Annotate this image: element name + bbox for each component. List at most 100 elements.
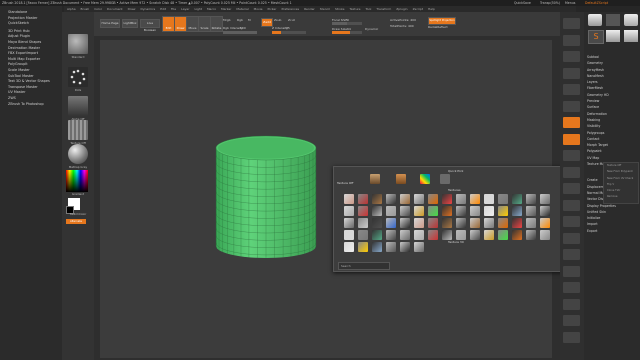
view-control-icon[interactable] xyxy=(563,84,580,95)
menu-edit[interactable]: Edit xyxy=(160,7,166,11)
menu-zplugin[interactable]: Zplugin xyxy=(396,7,407,11)
focal-shift-slider[interactable] xyxy=(332,22,362,25)
texture-thumbnail[interactable] xyxy=(484,218,494,228)
texture-thumbnail[interactable] xyxy=(344,230,354,240)
recent-texture-4[interactable] xyxy=(440,174,450,184)
texture-thumbnail[interactable] xyxy=(456,230,466,240)
texture-thumbnail[interactable] xyxy=(344,206,354,216)
menu-macro[interactable]: Macro xyxy=(207,7,216,11)
tool-thumbnail-1[interactable] xyxy=(588,14,602,26)
texture-thumbnail[interactable] xyxy=(414,206,424,216)
menu-movie[interactable]: Movie xyxy=(254,7,263,11)
texture-thumbnail[interactable] xyxy=(358,230,368,240)
dynamic-toggle[interactable]: Dynamic xyxy=(365,27,378,31)
texture-thumbnail[interactable] xyxy=(442,230,452,240)
view-control-icon[interactable] xyxy=(563,51,580,62)
tool-thumbnail-3[interactable] xyxy=(624,14,638,26)
texture-thumbnail[interactable] xyxy=(400,194,410,204)
menu-file[interactable]: File xyxy=(171,7,176,11)
view-control-icon[interactable] xyxy=(563,315,580,326)
zbrush-tool-icon[interactable]: S xyxy=(588,30,604,44)
color-picker[interactable] xyxy=(66,170,88,192)
menu-alpha[interactable]: Alpha xyxy=(67,7,76,11)
texture-thumbnail[interactable] xyxy=(372,194,382,204)
texture-thumbnail[interactable] xyxy=(372,206,382,216)
texture-thumbnail[interactable] xyxy=(484,194,494,204)
texture-off-icon[interactable] xyxy=(68,120,88,140)
texture-thumbnail[interactable] xyxy=(344,218,354,228)
texture-thumbnail[interactable] xyxy=(400,242,410,252)
menu-draw[interactable]: Draw xyxy=(128,7,136,11)
texture-thumbnail[interactable] xyxy=(428,206,438,216)
texture-thumbnail[interactable] xyxy=(456,218,466,228)
lightbox-button[interactable]: LightBox xyxy=(122,19,138,28)
view-control-icon[interactable] xyxy=(563,183,580,194)
texture-thumbnail[interactable] xyxy=(526,230,536,240)
tool-thumbnail-5[interactable] xyxy=(606,30,620,42)
texture-thumbnail[interactable] xyxy=(372,230,382,240)
texture-thumbnail[interactable] xyxy=(372,242,382,252)
texture-thumbnail[interactable] xyxy=(400,230,410,240)
zsub-toggle[interactable]: Zsub xyxy=(274,18,281,22)
recent-texture-3[interactable] xyxy=(420,174,430,184)
live-boolean-button[interactable]: Live Boolean xyxy=(140,19,160,32)
menu-brush[interactable]: Brush xyxy=(81,7,90,11)
alternate-button[interactable]: Alternate xyxy=(66,219,86,224)
texture-thumbnail[interactable] xyxy=(456,194,466,204)
plugin-item[interactable]: QuickSketch xyxy=(0,21,62,27)
texture-submenu-item[interactable]: Remove xyxy=(604,194,638,200)
texture-thumbnail[interactable] xyxy=(512,218,522,228)
menu-preferences[interactable]: Preferences xyxy=(281,7,299,11)
matcap-gray-icon[interactable] xyxy=(68,144,88,164)
view-control-icon[interactable] xyxy=(563,249,580,260)
menu-stencil[interactable]: Stencil xyxy=(320,7,330,11)
texture-thumbnail[interactable] xyxy=(414,218,424,228)
texture-thumbnail[interactable] xyxy=(414,230,424,240)
mrgb-toggle[interactable]: Mrgb xyxy=(223,18,231,22)
spotlight-projection-button[interactable]: Spotlight Projection xyxy=(428,17,456,25)
texture-thumbnail[interactable] xyxy=(498,206,508,216)
brush-standard-icon[interactable] xyxy=(68,34,88,54)
stroke-dots-icon[interactable] xyxy=(68,67,88,87)
texture-thumbnail[interactable] xyxy=(512,194,522,204)
texture-thumbnail[interactable] xyxy=(386,206,396,216)
texture-submenu-item[interactable]: New From UV Check xyxy=(604,176,638,182)
menu-color[interactable]: Color xyxy=(94,7,102,11)
texture-thumbnail[interactable] xyxy=(456,206,466,216)
search-field[interactable]: Search xyxy=(338,262,390,270)
texture-thumbnail[interactable] xyxy=(400,206,410,216)
menu-layer[interactable]: Layer xyxy=(181,7,189,11)
view-control-icon[interactable] xyxy=(563,67,580,79)
texture-thumbnail[interactable] xyxy=(512,206,522,216)
menu-material[interactable]: Material xyxy=(236,7,248,11)
texture-thumbnail[interactable] xyxy=(526,218,536,228)
view-control-icon[interactable] xyxy=(563,199,580,211)
view-control-icon[interactable] xyxy=(563,18,580,29)
view-control-icon[interactable] xyxy=(563,100,580,112)
texture-thumbnail[interactable] xyxy=(470,218,480,228)
alpha-off-icon[interactable] xyxy=(68,96,88,116)
texture-thumbnail[interactable] xyxy=(526,206,536,216)
view-control-icon[interactable] xyxy=(563,133,580,145)
texture-thumbnail[interactable] xyxy=(512,230,522,240)
view-control-icon[interactable] xyxy=(563,166,580,178)
texture-thumbnail[interactable] xyxy=(470,230,480,240)
tool-thumbnail-6[interactable] xyxy=(624,30,638,42)
view-control-icon[interactable] xyxy=(563,265,580,277)
menu-zscript[interactable]: Zscript xyxy=(413,7,423,11)
texture-thumbnail[interactable] xyxy=(414,194,424,204)
default-zscript-button[interactable]: DefaultZScript xyxy=(585,0,608,6)
z-intensity-slider[interactable] xyxy=(272,31,306,34)
texture-thumbnail[interactable] xyxy=(428,230,438,240)
texture-thumbnail[interactable] xyxy=(414,242,424,252)
menu-render[interactable]: Render xyxy=(304,7,315,11)
texture-thumbnail[interactable] xyxy=(442,218,452,228)
view-control-icon[interactable] xyxy=(563,232,580,244)
rgb-intensity-slider[interactable] xyxy=(223,31,257,34)
texture-thumbnail[interactable] xyxy=(540,206,550,216)
texture-thumbnail[interactable] xyxy=(400,218,410,228)
texture-thumbnail[interactable] xyxy=(372,218,382,228)
menu-transform[interactable]: Transform xyxy=(376,7,391,11)
texture-thumbnail[interactable] xyxy=(470,206,480,216)
m-toggle[interactable]: M xyxy=(248,18,251,22)
